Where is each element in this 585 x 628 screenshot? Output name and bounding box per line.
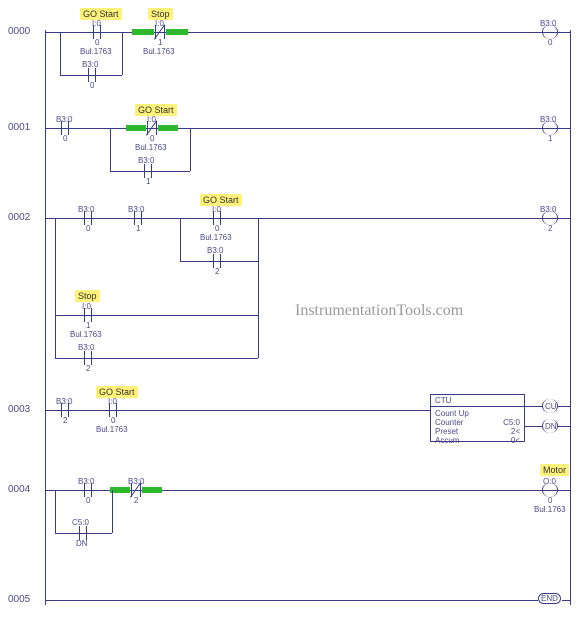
ctu-title: CTU <box>431 395 524 407</box>
rung-wire <box>45 32 570 33</box>
bit: 0 <box>63 134 67 143</box>
bul: Bul.1763 <box>200 233 232 242</box>
dn-lbl: DN <box>545 422 557 431</box>
motor-label: Motor <box>540 464 569 476</box>
bit: 0 <box>150 134 154 143</box>
rung-wire <box>45 128 570 129</box>
green-active <box>142 487 162 493</box>
rung-number: 0003 <box>8 404 30 415</box>
wire <box>525 406 542 407</box>
branch-wire <box>180 218 181 261</box>
xic-contact <box>85 68 99 82</box>
branch-wire <box>190 128 191 171</box>
xic-contact <box>81 351 95 365</box>
left-rail <box>45 30 46 605</box>
bit: DN <box>76 539 88 548</box>
branch-wire <box>258 261 259 315</box>
right-rail <box>570 30 571 605</box>
xic-contact <box>210 254 224 268</box>
bit: 2 <box>63 416 67 425</box>
branch-wire <box>55 218 56 315</box>
rung-number: 0002 <box>8 212 30 223</box>
rung-number: 0001 <box>8 122 30 133</box>
bul: Bul.1763 <box>143 47 175 56</box>
bit: 0 <box>90 81 94 90</box>
ote-coil <box>542 211 558 225</box>
bit: 1 <box>136 224 140 233</box>
xic-contact <box>210 211 224 225</box>
ladder-diagram: InstrumentationTools.com 0000 GO Start I… <box>0 0 585 628</box>
bit: 0 <box>548 38 552 47</box>
xic-contact <box>106 403 120 417</box>
branch-wire <box>112 490 113 533</box>
xic-contact <box>81 211 95 225</box>
end-instruction: END <box>538 593 561 604</box>
bit: 0 <box>95 38 99 47</box>
rung-wire <box>45 600 538 601</box>
bit: 0 <box>548 496 552 505</box>
ote-coil <box>542 25 558 39</box>
green-active <box>166 29 188 35</box>
wire <box>562 600 570 601</box>
wire <box>558 426 570 427</box>
ctu-instruction: CTU Count Up CounterC5:0 Preset2< Accum0… <box>430 394 525 442</box>
branch-wire <box>110 128 111 171</box>
stop-label: Stop <box>75 290 100 302</box>
branch-wire <box>55 315 56 358</box>
rung-wire <box>45 218 570 219</box>
cu-lbl: CU <box>545 402 557 411</box>
wire <box>525 426 542 427</box>
branch-wire <box>258 315 259 358</box>
bit: 1 <box>86 321 90 330</box>
xic-contact <box>131 211 145 225</box>
bit: 2 <box>548 224 552 233</box>
bit: 2 <box>134 496 138 505</box>
ctu-line: Count Up <box>435 409 520 418</box>
bit: 2 <box>86 364 90 373</box>
xic-contact <box>58 121 72 135</box>
bit: 0 <box>86 496 90 505</box>
xic-contact <box>81 308 95 322</box>
bul: Bul.1763 <box>70 330 102 339</box>
ote-coil <box>542 483 558 497</box>
bit: 0 <box>111 416 115 425</box>
green-active <box>158 125 178 131</box>
watermark: InstrumentationTools.com <box>295 302 463 320</box>
bul: Bul.1763 <box>80 47 112 56</box>
bit: 1 <box>146 177 150 186</box>
xic-contact <box>141 164 155 178</box>
green-active <box>110 487 130 493</box>
branch-wire <box>60 32 61 75</box>
green-active <box>126 125 146 131</box>
xic-contact <box>76 526 90 540</box>
bul: Bul.1763 <box>135 143 167 152</box>
bit: 0 <box>215 224 219 233</box>
branch-wire <box>55 490 56 533</box>
rung-number: 0004 <box>8 484 30 495</box>
ote-coil <box>542 121 558 135</box>
bit: 1 <box>548 134 552 143</box>
green-active <box>132 29 154 35</box>
bul: Bul.1763 <box>96 425 128 434</box>
branch-wire <box>258 218 259 261</box>
bit: 0 <box>86 224 90 233</box>
wire <box>558 406 570 407</box>
bul: Bul.1763 <box>534 505 566 514</box>
bit: 1 <box>158 38 162 47</box>
rung-number: 0000 <box>8 26 30 37</box>
xic-contact <box>81 483 95 497</box>
xic-contact <box>90 25 104 39</box>
xic-contact <box>58 403 72 417</box>
bit: 2 <box>215 267 219 276</box>
rung-wire <box>45 410 430 411</box>
branch-wire <box>122 32 123 75</box>
rung-number: 0005 <box>8 594 30 605</box>
